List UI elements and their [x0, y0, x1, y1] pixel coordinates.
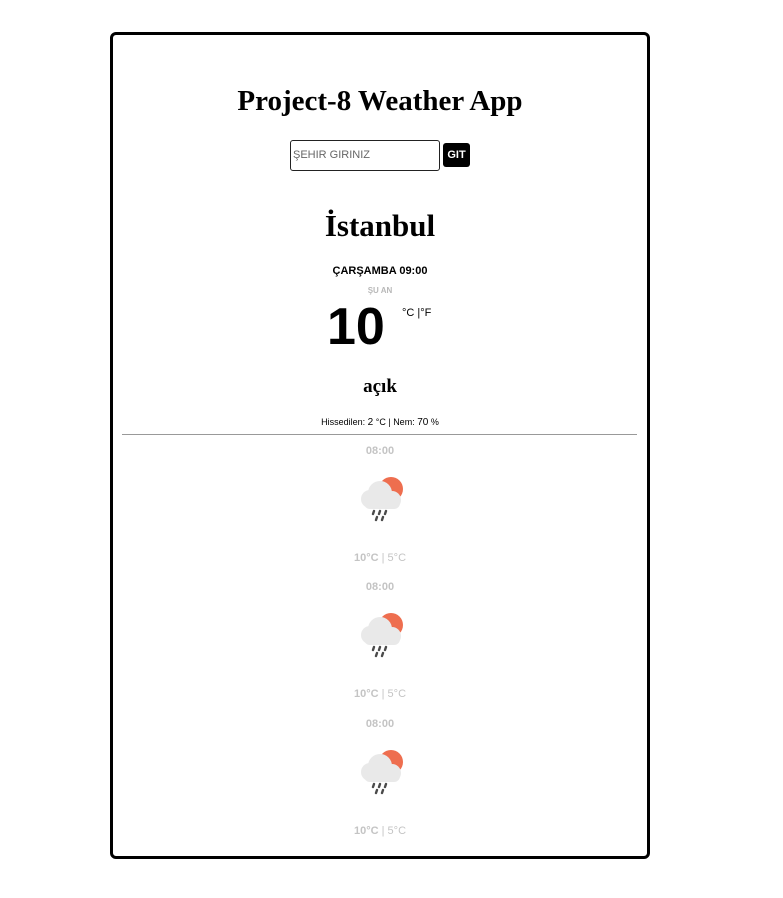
forecast-time: 08:00 [365, 581, 395, 593]
forecast-temps: 10°C | 5°C [113, 552, 647, 564]
search-row: GIT [290, 139, 470, 171]
app-title: Project-8 Weather App [237, 85, 523, 117]
now-label: ŞU AN [367, 286, 393, 295]
forecast-separator: | [381, 825, 385, 837]
go-button[interactable]: GIT [443, 143, 470, 167]
forecast-item: 08:00 10°C | 5°C [113, 445, 647, 575]
humidity-value: 70 [417, 417, 429, 428]
forecast-separator: | [381, 552, 385, 564]
forecast-temps: 10°C | 5°C [113, 825, 647, 837]
current-temperature: 10 [327, 298, 385, 356]
forecast-high: 10°C [353, 688, 379, 700]
unit-toggle[interactable]: °C |°F [402, 307, 431, 319]
humidity-unit: % [430, 417, 439, 427]
forecast-high: 10°C [353, 552, 379, 564]
day-time: ÇARŞAMBA 09:00 [332, 265, 428, 277]
feels-value: 2 [367, 417, 374, 428]
forecast-low: 5°C [387, 688, 407, 700]
forecast-item: 08:00 10°C | 5°C [113, 581, 647, 711]
forecast-low: 5°C [387, 552, 407, 564]
rain-cloud-sun-icon [361, 750, 403, 795]
weather-card: Project-8 Weather App GIT İstanbul ÇARŞA… [110, 32, 650, 859]
forecast-time: 08:00 [365, 445, 395, 457]
feels-unit: °C | Nem: [375, 417, 415, 427]
rain-cloud-sun-icon [361, 477, 403, 522]
forecast-item: 08:00 10°C | 5°C [113, 718, 647, 848]
forecast-low: 5°C [387, 825, 407, 837]
feels-humidity-row: Hissedilen: 2 °C | Nem: 70 % [113, 417, 647, 428]
weather-condition: açık [363, 376, 397, 397]
rain-cloud-sun-icon [361, 613, 403, 658]
divider [122, 434, 637, 435]
feels-label: Hissedilen: [321, 417, 366, 427]
forecast-separator: | [381, 688, 385, 700]
city-name: İstanbul [324, 208, 436, 243]
city-search-input[interactable] [290, 139, 440, 171]
forecast-temps: 10°C | 5°C [113, 688, 647, 700]
forecast-high: 10°C [353, 825, 379, 837]
forecast-time: 08:00 [365, 718, 395, 730]
